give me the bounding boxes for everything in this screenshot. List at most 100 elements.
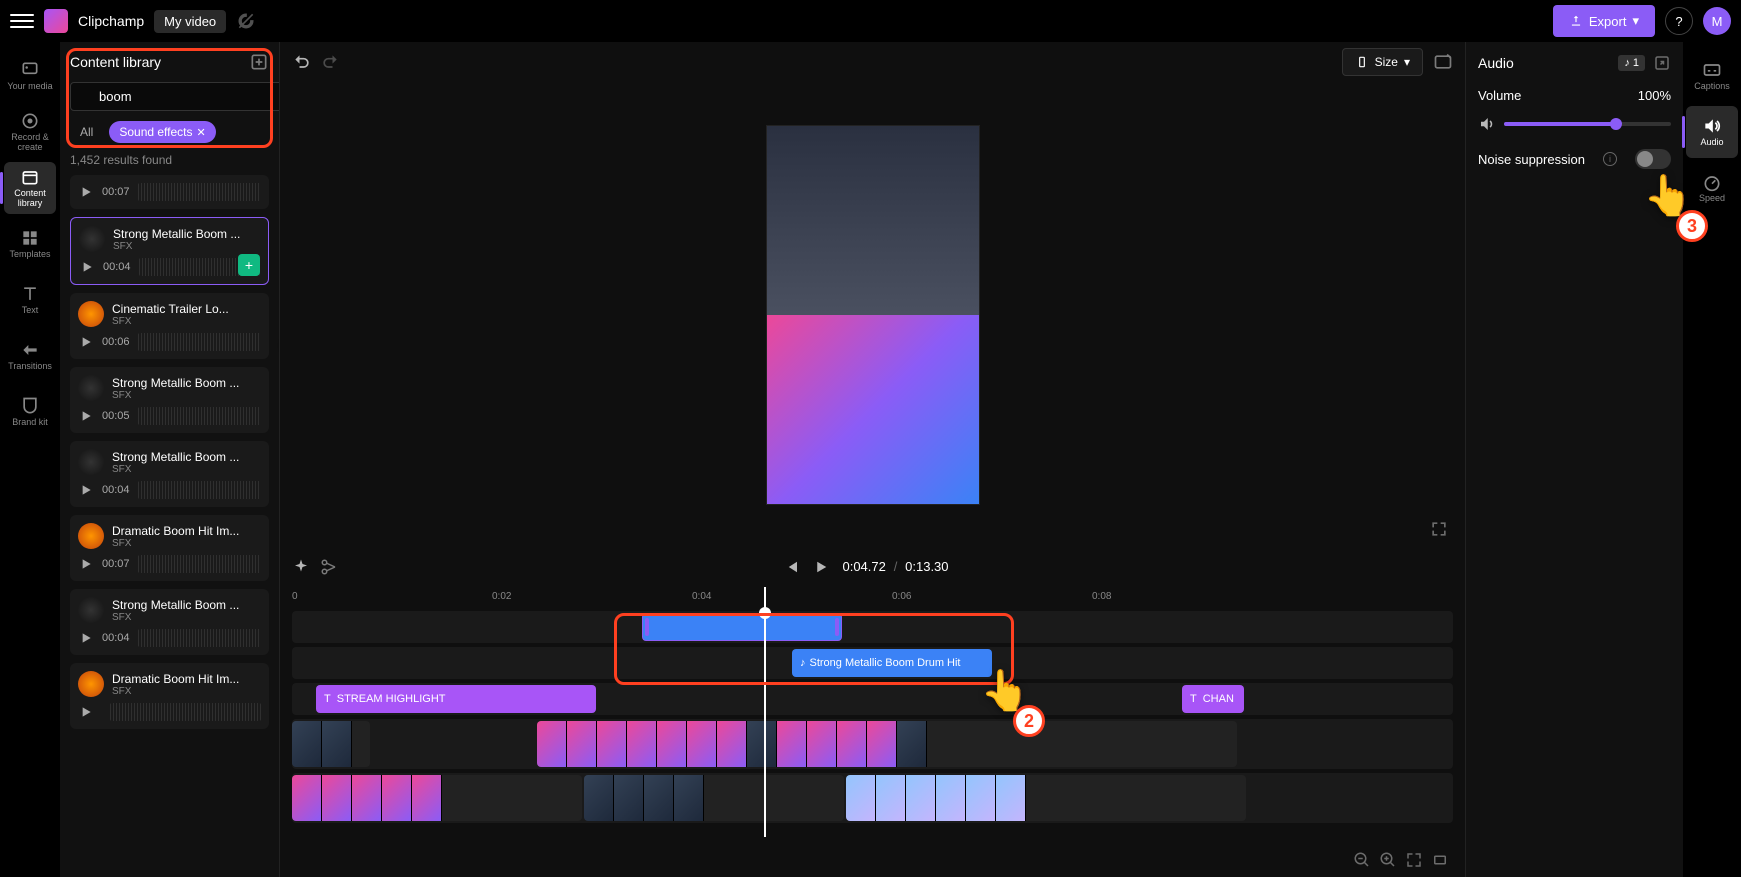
sfx-item[interactable]: Dramatic Boom Hit Im...SFX00:07 [70,515,269,581]
volume-icon[interactable] [1478,115,1496,133]
current-time: 0:04.72 / 0:13.30 [842,559,948,575]
preview-scene-top [767,126,979,315]
video-clip-2b[interactable] [584,775,844,821]
volume-slider[interactable] [1504,122,1671,126]
sfx-item[interactable]: Cinematic Trailer Lo...SFX00:06 [70,293,269,359]
sync-off-icon[interactable] [236,11,256,31]
video-clip-1a[interactable] [292,721,370,767]
sidebar: Content library All Sound effects✕ 1,452… [60,42,280,877]
chip-remove-icon[interactable]: ✕ [197,126,206,139]
undo-icon[interactable] [292,52,312,72]
audio-track-1[interactable] [292,611,1453,643]
text-clip-2[interactable]: T CHAN [1182,685,1244,713]
play-icon[interactable] [812,558,830,576]
sfx-thumb [78,671,104,697]
brand-name: Clipchamp [78,13,144,29]
sfx-name: Strong Metallic Boom ... [112,450,261,464]
waveform [138,183,261,201]
play-icon[interactable] [78,408,94,424]
play-icon[interactable] [78,184,94,200]
sfx-item[interactable]: Strong Metallic Boom ...SFX00:04+ [70,217,269,285]
rrail-captions[interactable]: Captions [1686,50,1738,102]
sfx-item[interactable]: 00:07 [70,175,269,209]
sfx-name: Strong Metallic Boom ... [113,227,260,241]
noise-label: Noise suppression [1478,152,1585,167]
sfx-type: SFX [113,241,260,252]
avatar[interactable]: M [1703,7,1731,35]
rail-media[interactable]: Your media [4,50,56,102]
zoom-selection-icon[interactable] [1431,851,1449,869]
results-count: 1,452 results found [70,153,269,167]
video-preview[interactable] [766,125,980,505]
add-to-timeline-button[interactable]: + [238,254,260,276]
sfx-duration: 00:07 [102,186,130,198]
sfx-name: Strong Metallic Boom ... [112,376,261,390]
timeline-ruler[interactable]: 00:020:040:060:08 [292,587,1453,611]
sparkle-icon[interactable] [292,558,310,576]
rrail-speed[interactable]: Speed [1686,162,1738,214]
popout-icon[interactable] [1653,54,1671,72]
rail-transitions[interactable]: Transitions [4,330,56,382]
waveform [138,333,261,351]
zoom-fit-icon[interactable] [1405,851,1423,869]
sfx-type: SFX [112,390,261,401]
sfx-item[interactable]: Strong Metallic Boom ...SFX00:04 [70,441,269,507]
play-icon[interactable] [79,259,95,275]
play-icon[interactable] [78,630,94,646]
sfx-item[interactable]: Dramatic Boom Hit Im...SFX [70,663,269,729]
text-track[interactable]: T STREAM HIGHLIGHT T CHAN [292,683,1453,715]
play-icon[interactable] [78,482,94,498]
hamburger-menu[interactable] [10,9,34,33]
text-clip-1[interactable]: T STREAM HIGHLIGHT [316,685,596,713]
audio-track-2[interactable]: ♪ Strong Metallic Boom Drum Hit [292,647,1453,679]
skip-back-icon[interactable] [782,558,800,576]
video-clip-2c[interactable] [846,775,1246,821]
zoom-in-icon[interactable] [1379,851,1397,869]
redo-icon [320,52,340,72]
size-button[interactable]: Size▾ [1342,48,1423,76]
sfx-name: Cinematic Trailer Lo... [112,302,261,316]
scissors-icon[interactable] [320,558,338,576]
audio-clip-selected[interactable] [642,613,842,641]
chip-all[interactable]: All [70,121,103,143]
play-icon[interactable] [78,334,94,350]
help-icon[interactable]: ? [1665,7,1693,35]
waveform [138,407,261,425]
waveform [138,481,261,499]
sfx-thumb [78,301,104,327]
rrail-audio[interactable]: Audio [1686,106,1738,158]
slider-thumb[interactable] [1610,118,1622,130]
settings-icon[interactable] [1433,52,1453,72]
rail-text[interactable]: Text [4,274,56,326]
sfx-type: SFX [112,464,261,475]
rail-record[interactable]: Record & create [4,106,56,158]
video-clip-1b[interactable] [537,721,1237,767]
search-input[interactable] [70,82,280,111]
sfx-item[interactable]: Strong Metallic Boom ...SFX00:04 [70,589,269,655]
project-name[interactable]: My video [154,10,226,33]
timeline[interactable]: 00:020:040:060:08 ♪ Strong Metallic Boom… [280,587,1465,877]
sfx-type: SFX [112,316,261,327]
logo-icon [44,9,68,33]
noise-toggle[interactable] [1635,149,1671,169]
rail-templates[interactable]: Templates [4,218,56,270]
rail-brand[interactable]: Brand kit [4,386,56,438]
playhead[interactable] [764,587,766,837]
rail-library[interactable]: Content library [4,162,56,214]
fullscreen-icon[interactable] [1429,519,1449,539]
chip-sound-effects[interactable]: Sound effects✕ [109,121,215,143]
sfx-item[interactable]: Strong Metallic Boom ...SFX00:05 [70,367,269,433]
export-button[interactable]: Export ▾ [1553,5,1655,37]
add-library-icon[interactable] [249,52,269,72]
video-track-1[interactable] [292,719,1453,769]
video-clip-2a[interactable] [292,775,582,821]
audio-clip-label[interactable]: ♪ Strong Metallic Boom Drum Hit [792,649,992,677]
video-track-2[interactable] [292,773,1453,823]
preview-scene-bottom [767,315,979,504]
ruler-tick: 0:08 [1092,591,1111,602]
play-icon[interactable] [78,704,94,720]
info-icon[interactable]: i [1603,152,1617,166]
sfx-type: SFX [112,686,261,697]
play-icon[interactable] [78,556,94,572]
zoom-out-icon[interactable] [1353,851,1371,869]
